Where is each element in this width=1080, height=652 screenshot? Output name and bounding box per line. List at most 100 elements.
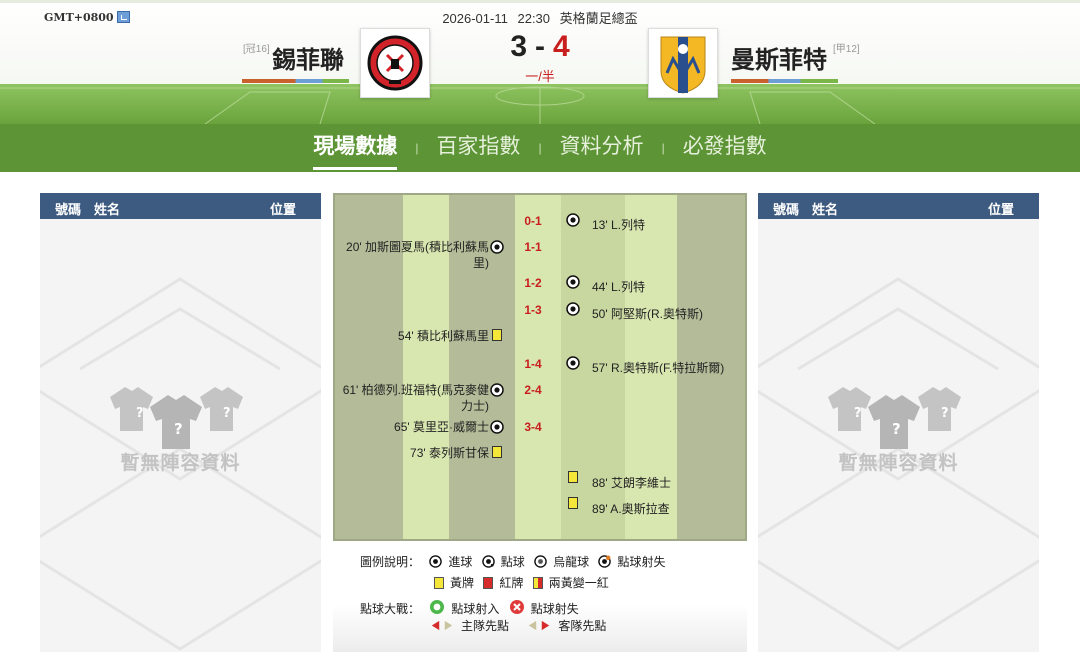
away-rank: [甲12] (833, 44, 860, 55)
tab-betfair-index[interactable]: 必發指數 (669, 124, 781, 172)
legend-penalty-scored: 點球射入 (451, 602, 500, 616)
home-event-text[interactable]: 54' 積比利蘇馬里 (339, 328, 489, 344)
yellow-card-icon (434, 577, 444, 589)
away-event-text[interactable]: 89' A.奧斯拉查 (592, 501, 742, 517)
home-event-text[interactable]: 61' 柏德列.班福特(馬克麥健力士) (339, 382, 489, 414)
event-score: 2-4 (524, 383, 542, 397)
legend-row-1: 圖例說明： 進球 點球 烏龍球 點球射失 (360, 554, 671, 570)
yellow-card-icon (492, 446, 502, 458)
own-goal-icon (534, 555, 547, 568)
legend-penalty: 點球 (500, 555, 525, 569)
shirts-icon: ? ? ? (828, 387, 961, 449)
penalty-missed-icon (598, 555, 612, 568)
tab-separator: | (661, 141, 665, 155)
tab-analysis[interactable]: 資料分析 (546, 124, 658, 172)
legend-away-first: 客隊先點 (558, 619, 607, 633)
goal-icon (490, 420, 504, 434)
home-event-text[interactable]: 65' 莫里亞·威爾士 (339, 419, 489, 435)
col-number: 號碼 (773, 202, 800, 217)
event-score: 1-2 (524, 276, 542, 290)
match-datetime: 2026-01-11 22:30 英格蘭足總盃 (0, 8, 1080, 27)
no-lineup-text: 暫無陣容資料 (838, 453, 959, 474)
league-name[interactable]: 英格蘭足總盃 (560, 11, 638, 26)
match-events-timeline: 13' L.列特 0-1 20' 加斯圖夏馬(積比利蘇馬里) 1-1 44' L.列特 1… (333, 193, 747, 541)
away-score: 4 (553, 30, 570, 63)
away-team-logo[interactable] (648, 28, 718, 98)
away-event-text[interactable]: 44' L.列特 (592, 279, 742, 295)
score-separator: - (535, 30, 545, 63)
shirts-icon: ? ? ? (110, 387, 243, 449)
legend-penalty-missed: 點球射失 (617, 555, 666, 569)
tab-odds[interactable]: 百家指數 (422, 124, 534, 172)
col-number: 號碼 (55, 202, 82, 217)
penalty-fail-icon (509, 600, 524, 614)
away-event-text[interactable]: 50' 阿堅斯(R.奧特斯) (592, 306, 742, 322)
legend-row-4: 主隊先點 客隊先點 (429, 618, 612, 634)
empty-lineup-illustration: ? ? ? (758, 277, 1039, 651)
away-team-bar (731, 79, 838, 83)
legend-second-yellow: 兩黃變一紅 (548, 576, 609, 590)
home-first-icon (431, 620, 453, 631)
shootout-title: 點球大戰： (360, 602, 421, 616)
match-time: 22:30 (517, 11, 551, 26)
away-event-text[interactable]: 88' 艾朗李維士 (592, 475, 742, 491)
yellow-card-icon (568, 471, 578, 483)
event-score: 0-1 (524, 214, 542, 228)
svg-text:?: ? (941, 406, 949, 421)
home-lineup-panel: 號碼 姓名 位置 ? ? ? 暫無陣容資料 (40, 193, 321, 652)
match-status: 一/半 (525, 69, 555, 84)
away-crest-icon (660, 36, 706, 94)
away-first-icon (529, 620, 550, 631)
legend-penalty-failed: 點球射失 (530, 602, 579, 616)
event-score: 1-1 (524, 240, 542, 254)
goal-icon (490, 383, 504, 397)
goal-icon (566, 213, 580, 227)
away-lineup-panel: 號碼 姓名 位置 ? ? ? 暫無陣容資料 (758, 193, 1039, 652)
header-top-line (0, 0, 1080, 3)
legend-yellow: 黃牌 (450, 576, 475, 590)
yellow-card-icon (492, 329, 502, 341)
lineup-header: 號碼 姓名 位置 (758, 193, 1039, 219)
home-event-text[interactable]: 20' 加斯圖夏馬(積比利蘇馬里) (339, 239, 489, 271)
match-date: 2026-01-11 (442, 11, 508, 26)
goal-icon (566, 356, 580, 370)
lineup-body: ? ? ? (40, 219, 321, 652)
second-yellow-icon (532, 577, 543, 589)
goal-icon (566, 302, 580, 316)
tab-live-data[interactable]: 現場數據 (299, 124, 411, 172)
away-team-name[interactable]: 曼斯菲特 (731, 40, 827, 75)
yellow-card-icon (568, 497, 578, 509)
lineup-body: ? ? ? (758, 219, 1039, 652)
event-score: 1-4 (524, 357, 542, 371)
goal-icon (429, 555, 443, 568)
away-event-text[interactable]: 57' R.奧特斯(F.特拉斯爾) (592, 360, 742, 376)
away-event-text[interactable]: 13' L.列特 (592, 217, 742, 233)
legend-row-2: 黃牌 紅牌 兩黃變一紅 (434, 575, 615, 591)
legend-panel: 圖例說明： 進球 點球 烏龍球 點球射失 黃牌 紅牌 兩黃變一紅 點球大戰： 點… (333, 546, 747, 652)
match-header: GMT+0800 2026-01-11 22:30 英格蘭足總盃 [冠16] 錫… (0, 0, 1080, 172)
penalty-icon (481, 555, 495, 568)
legend-title: 圖例說明： (360, 555, 421, 569)
svg-text:?: ? (223, 406, 231, 421)
goal-icon (566, 275, 580, 289)
red-card-icon (483, 577, 494, 589)
home-score: 3 (510, 30, 527, 63)
svg-text:?: ? (892, 420, 901, 438)
home-event-text[interactable]: 73' 泰列斯甘保 (339, 445, 489, 461)
scoreboard: 3-4 (0, 30, 1080, 64)
legend-row-3: 點球大戰： 點球射入 點球射失 (360, 599, 585, 616)
legend-home-first: 主隊先點 (461, 619, 510, 633)
col-position: 位置 (270, 202, 297, 217)
event-score: 3-4 (524, 420, 542, 434)
col-position: 位置 (988, 202, 1015, 217)
empty-lineup-illustration: ? ? ? (40, 277, 321, 651)
legend-red: 紅牌 (499, 576, 524, 590)
legend-goal: 進球 (448, 555, 473, 569)
col-name: 姓名 (812, 202, 839, 217)
lineup-header: 號碼 姓名 位置 (40, 193, 321, 219)
tab-separator: | (538, 141, 542, 155)
goal-icon (490, 240, 504, 254)
penalty-scored-icon (430, 600, 445, 614)
tab-separator: | (415, 141, 419, 155)
main-tabs: 現場數據 | 百家指數 | 資料分析 | 必發指數 (0, 124, 1080, 172)
